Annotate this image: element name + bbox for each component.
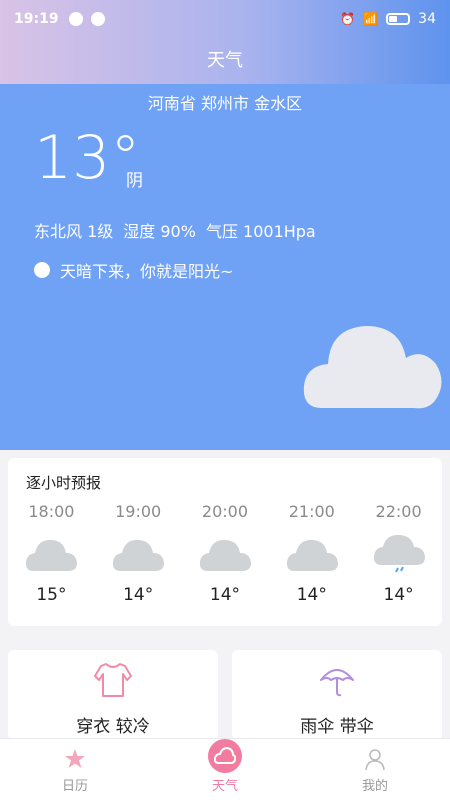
- hourly-forecast-list[interactable]: 18:00 15° 19:00 14° 20:00 14° 21:00 14° …: [8, 502, 442, 605]
- hourly-item: 20:00 14°: [190, 502, 260, 605]
- cloud-icon: [199, 539, 251, 571]
- light-rain-icon: [373, 535, 425, 573]
- app-header: 19:19 ⏰ 📶 34 天气: [0, 0, 450, 84]
- hourly-item: 22:00 14°: [364, 502, 434, 605]
- page-title: 天气: [207, 50, 243, 71]
- hourly-item: 19:00 14°: [103, 502, 173, 605]
- cloud-icon: [303, 326, 442, 409]
- hour-time: 20:00: [201, 502, 249, 521]
- app-notification-icon: [90, 12, 105, 26]
- bottom-tab-bar: 日历 天气 我的: [0, 738, 450, 800]
- notification-icon: [68, 12, 83, 26]
- hour-temp: 15°: [36, 585, 67, 605]
- hourly-item: 21:00 14°: [277, 502, 347, 605]
- hour-time: 19:00: [115, 502, 162, 521]
- status-icons: ⏰ 📶 34: [340, 11, 436, 27]
- hour-temp: 14°: [383, 585, 414, 605]
- alarm-icon: ⏰: [340, 12, 356, 26]
- cloud-icon: [26, 539, 78, 571]
- status-bar: 19:19 ⏰ 📶 34: [0, 0, 450, 38]
- tab-calendar[interactable]: 日历: [0, 739, 150, 800]
- wind-info: 东北风 1级: [34, 222, 114, 241]
- daily-motto: 天暗下来，你就是阳光~: [34, 258, 233, 282]
- clothing-advice-label: 穿衣 较冷: [76, 717, 150, 737]
- weather-icon: [208, 739, 242, 773]
- sun-dot-icon: [34, 262, 50, 278]
- hourly-forecast-title: 逐小时预报: [26, 474, 102, 492]
- hour-temp: 14°: [296, 585, 327, 605]
- umbrella-advice-label: 雨伞 带伞: [300, 717, 374, 737]
- tab-profile[interactable]: 我的: [300, 739, 450, 800]
- current-temperature: 13°: [34, 123, 141, 193]
- cloud-icon: [286, 539, 338, 571]
- humidity-info: 湿度 90%: [123, 222, 196, 241]
- current-weather-panel: 河南省 郑州市 金水区 13° 阴 东北风 1级 湿度 90% 气压 1001H…: [0, 84, 450, 450]
- advice-cards: 穿衣 较冷 雨伞 带伞: [8, 650, 442, 740]
- hour-temp: 14°: [123, 585, 154, 605]
- clothing-advice-card[interactable]: 穿衣 较冷: [8, 650, 218, 740]
- umbrella-icon: [320, 669, 354, 697]
- motto-text: 天暗下来，你就是阳光~: [60, 262, 234, 281]
- profile-icon: [365, 749, 385, 771]
- battery-icon: [386, 13, 411, 25]
- weather-details: 东北风 1级 湿度 90% 气压 1001Hpa: [34, 218, 316, 242]
- hour-time: 18:00: [28, 502, 75, 521]
- wifi-icon: 📶: [363, 12, 379, 26]
- hour-time: 21:00: [288, 502, 335, 521]
- tab-label: 天气: [211, 779, 238, 794]
- tab-label: 我的: [361, 779, 388, 794]
- location-label[interactable]: 河南省 郑州市 金水区: [0, 90, 450, 114]
- hourly-forecast-card: 逐小时预报 18:00 15° 19:00 14° 20:00 14° 21:0…: [8, 458, 442, 626]
- current-condition: 阴: [126, 171, 143, 191]
- calendar-star-icon: [65, 749, 85, 768]
- cloud-icon: [113, 539, 165, 571]
- hourly-item: 18:00 15°: [16, 502, 86, 605]
- hour-time: 22:00: [375, 502, 422, 521]
- sweater-icon: [94, 663, 132, 697]
- pressure-info: 气压 1001Hpa: [205, 222, 316, 241]
- hour-temp: 14°: [209, 585, 241, 605]
- tab-weather[interactable]: 天气: [150, 739, 300, 800]
- umbrella-advice-card[interactable]: 雨伞 带伞: [232, 650, 442, 740]
- tab-label: 日历: [61, 779, 88, 794]
- status-time: 19:19: [14, 11, 59, 27]
- battery-level: 34: [418, 11, 436, 27]
